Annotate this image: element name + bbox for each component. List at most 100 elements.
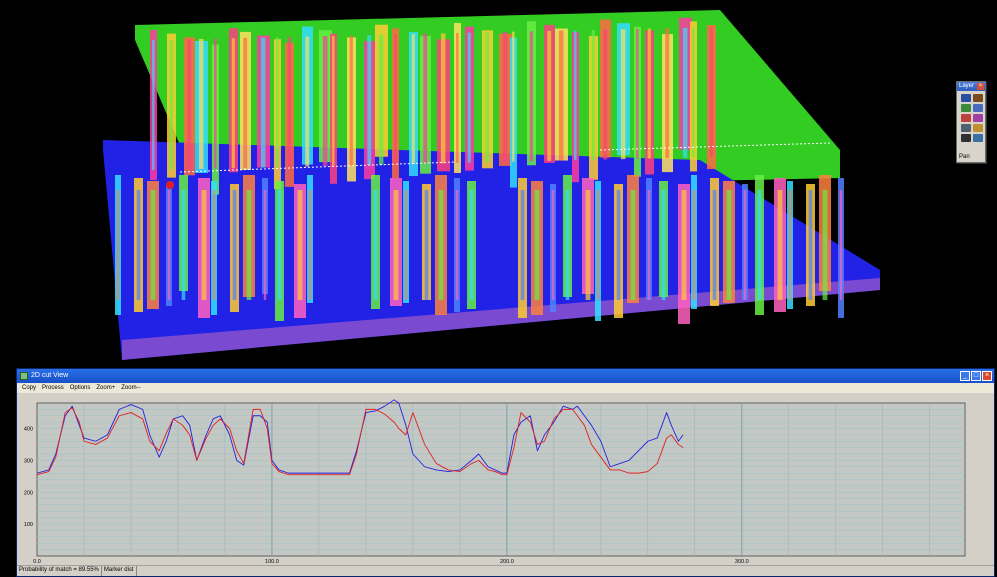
back-ridge-highlight (305, 36, 310, 167)
back-ridge-highlight (485, 32, 490, 163)
back-ridge-highlight (349, 35, 353, 166)
y-tick-label: 100 (24, 522, 33, 528)
front-ridge-highlight (232, 190, 237, 300)
back-ridge-highlight (512, 31, 515, 162)
front-ridge-highlight (616, 190, 621, 300)
brightness-tool-icon[interactable] (973, 124, 983, 132)
back-ridge-highlight (332, 35, 335, 166)
back-ridge-highlight (423, 33, 428, 164)
back-ridge-highlight (260, 37, 266, 168)
front-ridge-highlight (712, 190, 717, 300)
front-ridge-highlight (520, 190, 525, 300)
front-ridge-highlight (150, 190, 156, 300)
front-ridge-highlight (277, 190, 282, 300)
front-ridge-highlight (212, 190, 216, 300)
back-ridge-highlight (502, 31, 508, 162)
close-button[interactable]: × (982, 371, 992, 381)
menu-options[interactable]: Options (67, 383, 94, 393)
palette-mode-label: Pan (959, 154, 970, 160)
close-icon[interactable]: × (977, 83, 984, 90)
back-ridge-highlight (529, 31, 533, 162)
anchor-tool-icon[interactable] (973, 94, 983, 102)
window-title: 2D cut View (31, 372, 69, 379)
back-ridge-highlight (411, 34, 415, 165)
front-ridge-highlight (596, 190, 600, 300)
y-tick-label: 200 (24, 490, 33, 496)
menu-process[interactable]: Process (39, 383, 67, 393)
front-ridge-highlight (757, 190, 762, 300)
zoom-tool-icon[interactable] (973, 104, 983, 112)
3d-surface-view[interactable] (0, 0, 997, 368)
back-ridge-highlight (647, 28, 651, 159)
front-ridge-highlight (438, 190, 444, 300)
cut-profile-chart[interactable]: 1002003004000.0 100.0 200.0 300.0 (17, 394, 994, 566)
back-ridge-highlight (709, 27, 713, 158)
back-ridge-highlight (214, 38, 217, 169)
back-ridge-highlight (276, 37, 279, 168)
y-tick-label: 400 (24, 427, 33, 433)
back-ridge-highlight (287, 36, 291, 167)
back-ridge-highlight (620, 29, 626, 160)
back-ridge-highlight (665, 28, 670, 159)
front-ridge-highlight (167, 190, 171, 300)
front-ridge-highlight (308, 190, 312, 300)
grid-tool-icon[interactable] (973, 134, 983, 142)
camera-tool-icon[interactable] (961, 134, 971, 142)
palette-tool-grid (957, 91, 985, 142)
palette-title: Layer (959, 83, 975, 89)
back-ridge-highlight (243, 37, 248, 168)
minimize-button[interactable]: _ (960, 371, 970, 381)
back-ridge-highlight (456, 33, 459, 163)
front-ridge-highlight (585, 190, 591, 300)
layers-tool-icon[interactable] (973, 114, 983, 122)
window-titlebar[interactable]: 2D cut View _ □ × (17, 369, 994, 383)
back-ridge-highlight (187, 39, 192, 170)
front-ridge-highlight (263, 190, 267, 300)
surface-marker[interactable] (166, 181, 174, 189)
front-ridge-highlight (404, 190, 408, 300)
front-ridge-highlight (424, 190, 429, 300)
rotate-tool-icon[interactable] (961, 104, 971, 112)
back-ridge-highlight (440, 33, 446, 164)
front-ridge-highlight (201, 190, 207, 300)
cut-tool-icon[interactable] (961, 124, 971, 132)
palette-titlebar[interactable]: Layer × (957, 82, 985, 91)
front-ridge-highlight (469, 190, 474, 300)
back-ridge-highlight (152, 40, 155, 170)
back-ridge-highlight (636, 28, 639, 159)
y-tick-label: 300 (24, 458, 33, 464)
front-ridge-highlight (822, 190, 828, 300)
back-ridge-highlight (547, 30, 552, 161)
front-ridge-highlight (116, 190, 120, 300)
layer-palette: Layer × Pan (956, 81, 986, 163)
status-marker: Marker dist (102, 566, 137, 576)
back-ridge-highlight (231, 38, 235, 169)
back-ridge-highlight (322, 36, 328, 167)
back-ridge-highlight (198, 38, 204, 169)
menu-zoom-out[interactable]: Zoom-- (118, 383, 143, 393)
status-probability: Probability of match = 89.55% (17, 566, 102, 576)
menu-copy[interactable]: Copy (19, 383, 39, 393)
maximize-button[interactable]: □ (971, 371, 981, 381)
front-ridge-highlight (808, 190, 813, 300)
front-ridge-highlight (692, 190, 696, 300)
front-ridge-highlight (777, 190, 783, 300)
front-ridge-highlight (647, 190, 651, 300)
cut-view-window: 2D cut View _ □ × Copy Process Options Z… (16, 368, 995, 577)
front-ridge-highlight (373, 190, 378, 300)
back-ridge-highlight (692, 27, 695, 158)
move-tool-icon[interactable] (961, 94, 971, 102)
front-ridge-highlight (181, 190, 186, 300)
back-ridge-highlight (394, 34, 397, 165)
person-tool-icon[interactable] (961, 114, 971, 122)
front-ridge-highlight (297, 190, 303, 300)
front-ridge-highlight (565, 190, 570, 300)
app-icon (20, 372, 28, 380)
front-ridge-highlight (246, 190, 252, 300)
back-ridge-highlight (682, 27, 688, 158)
front-ridge-highlight (839, 190, 843, 300)
menu-zoom-in[interactable]: Zoom+ (93, 383, 118, 393)
front-ridge-highlight (661, 190, 666, 300)
back-ridge-highlight (574, 30, 577, 161)
back-ridge-highlight (603, 29, 608, 160)
